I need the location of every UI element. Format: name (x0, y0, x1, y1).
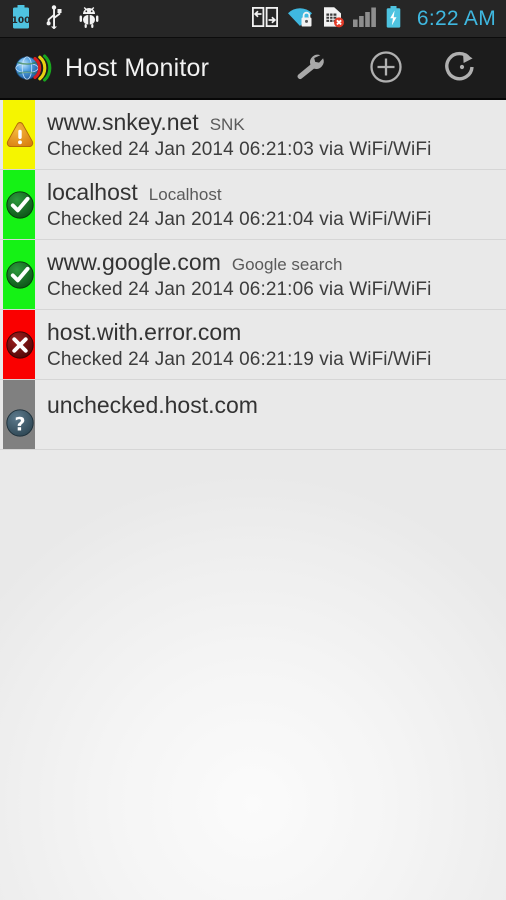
svg-text:100: 100 (12, 16, 30, 26)
action-bar-buttons (272, 37, 500, 99)
battery-charging-icon (386, 5, 401, 33)
host-description: Localhost (148, 184, 222, 204)
wifi-secured-icon (287, 7, 313, 32)
battery-100-icon: 100 (12, 4, 30, 34)
list-item[interactable]: www.snkey.net SNK Checked 24 Jan 2014 06… (0, 100, 506, 170)
host-name: unchecked.host.com (47, 392, 258, 418)
refresh-button[interactable] (424, 37, 500, 99)
android-debug-bug-icon (78, 6, 100, 33)
usb-icon (46, 4, 62, 34)
host-status-line: Checked 24 Jan 2014 06:21:04 via WiFi/Wi… (47, 208, 432, 230)
list-item[interactable]: www.google.com Google search Checked 24 … (0, 240, 506, 310)
globe-signal-logo-icon (14, 51, 52, 85)
page-title: Host Monitor (65, 53, 210, 82)
host-name: www.snkey.net (47, 108, 199, 135)
host-description: SNK (209, 114, 245, 134)
status-bar-left-icons: 100 (12, 4, 100, 34)
plus-circle-icon (368, 49, 404, 88)
host-description: Google search (231, 254, 343, 274)
status-bar: 100 6:22 AM (0, 0, 506, 38)
host-list: www.snkey.net SNK Checked 24 Jan 2014 06… (0, 100, 506, 900)
list-item-text: unchecked.host.com (35, 380, 506, 449)
action-bar: Host Monitor (0, 38, 506, 100)
wrench-icon (293, 50, 327, 87)
list-item-text: localhost Localhost Checked 24 Jan 2014 … (35, 170, 506, 239)
status-bar-clock: 6:22 AM (416, 7, 496, 30)
check-circle-icon (2, 257, 38, 293)
host-status-line: Checked 24 Jan 2014 06:21:19 via WiFi/Wi… (47, 348, 432, 370)
data-transfer-icon (251, 6, 278, 32)
host-name: host.with.error.com (47, 318, 242, 345)
status-band (3, 170, 35, 239)
status-bar-right-icons: 6:22 AM (251, 5, 496, 33)
host-name: www.google.com (47, 248, 221, 275)
cellular-signal-icon (352, 7, 377, 32)
sim-card-error-icon (322, 6, 344, 33)
add-host-button[interactable] (348, 37, 424, 99)
status-band: ? (3, 380, 35, 449)
host-name: localhost (47, 178, 138, 205)
host-status-line: Checked 24 Jan 2014 06:21:03 via WiFi/Wi… (47, 138, 432, 160)
error-circle-icon (2, 327, 38, 363)
status-band (3, 100, 35, 169)
host-status-line: Checked 24 Jan 2014 06:21:06 via WiFi/Wi… (47, 278, 432, 300)
list-item[interactable]: localhost Localhost Checked 24 Jan 2014 … (0, 170, 506, 240)
settings-wrench-button[interactable] (272, 37, 348, 99)
svg-text:?: ? (14, 414, 25, 436)
check-circle-icon (2, 187, 38, 223)
status-band (3, 240, 35, 309)
question-circle-icon: ? (2, 405, 38, 441)
refresh-icon (444, 49, 480, 88)
list-item[interactable]: host.with.error.com Checked 24 Jan 2014 … (0, 310, 506, 380)
status-band (3, 310, 35, 379)
list-item[interactable]: ? unchecked.host.com (0, 380, 506, 450)
app-window: 100 6:22 AM Host Monitor www.snkey.net S… (0, 0, 506, 900)
warning-triangle-icon (2, 117, 38, 153)
list-item-text: host.with.error.com Checked 24 Jan 2014 … (35, 310, 506, 379)
list-item-text: www.google.com Google search Checked 24 … (35, 240, 506, 309)
list-item-text: www.snkey.net SNK Checked 24 Jan 2014 06… (35, 100, 506, 169)
